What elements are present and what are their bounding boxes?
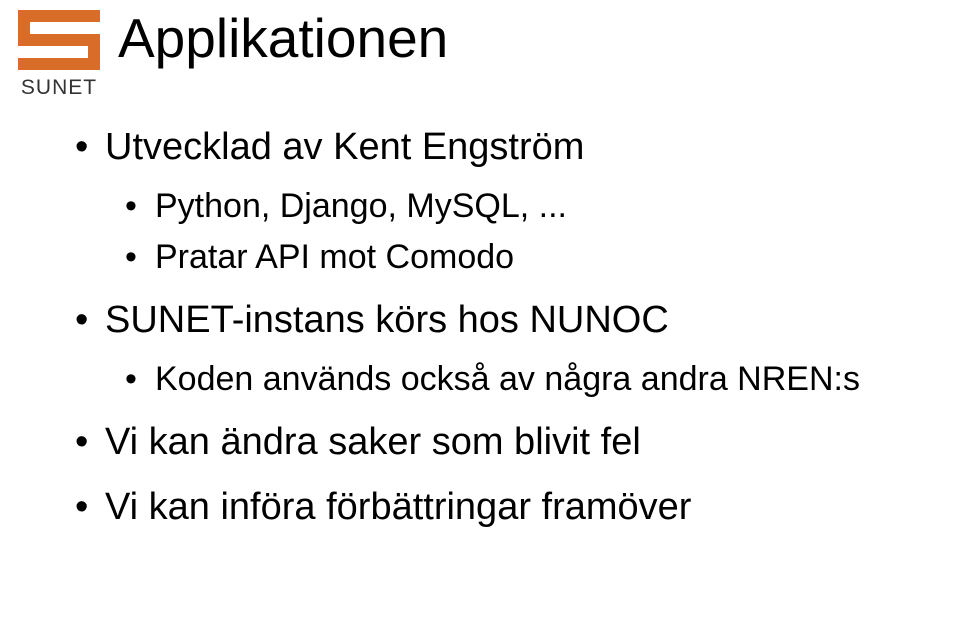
sub-bullet-item: Koden används också av några andra NREN:… (125, 354, 940, 405)
bullet-text: Vi kan ändra saker som blivit fel (105, 421, 641, 463)
bullet-item: Vi kan ändra saker som blivit fel (75, 415, 940, 470)
sub-bullet-item: Python, Django, MySQL, ... (125, 181, 940, 232)
sub-bullet-item: Pratar API mot Comodo (125, 232, 940, 283)
sub-bullet-text: Python, Django, MySQL, ... (155, 187, 567, 225)
bullet-item: Vi kan införa förbättringar framöver (75, 480, 940, 535)
bullet-text: Vi kan införa förbättringar framöver (105, 486, 691, 528)
bullet-item: Utvecklad av Kent Engström Python, Djang… (75, 120, 940, 283)
slide-content: Utvecklad av Kent Engström Python, Djang… (75, 120, 940, 545)
sub-bullet-text: Koden används också av några andra NREN:… (155, 360, 860, 398)
sub-bullet-text: Pratar API mot Comodo (155, 238, 514, 276)
sunet-logo-text: SUNET (21, 76, 97, 100)
bullet-item: SUNET-instans körs hos NUNOC Koden använ… (75, 293, 940, 405)
slide: SUNET Applikationen Utvecklad av Kent En… (0, 0, 960, 626)
slide-title: Applikationen (118, 6, 448, 70)
bullet-text: SUNET-instans körs hos NUNOC (105, 299, 669, 341)
bullet-text: Utvecklad av Kent Engström (105, 126, 584, 168)
sunet-logo-icon (18, 10, 100, 70)
sunet-logo: SUNET (14, 10, 104, 100)
